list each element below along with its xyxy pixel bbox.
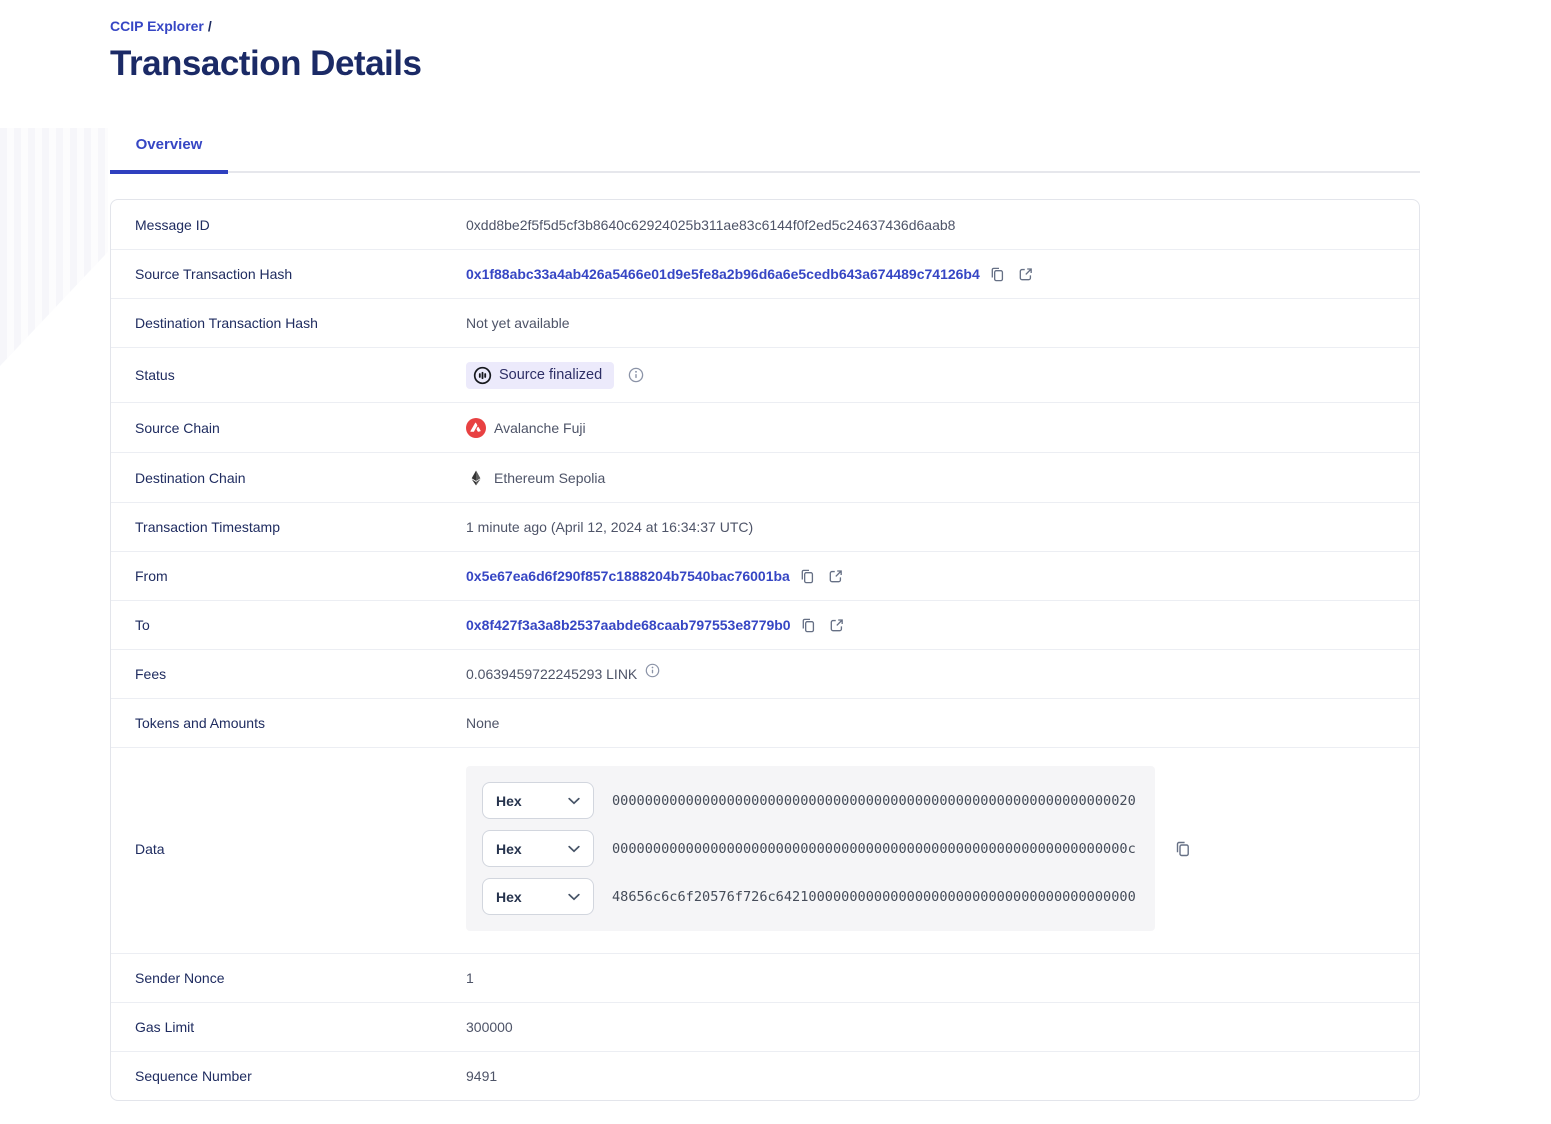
data-hex-value: 48656c6c6f20576f726c64210000000000000000… [612,888,1136,905]
status-badge: Source finalized [466,361,615,389]
external-link-icon[interactable] [1016,264,1036,284]
data-hex-box: Hex 000000000000000000000000000000000000… [466,766,1155,931]
row-label: Sender Nonce [135,970,225,986]
timestamp-value: 1 minute ago (April 12, 2024 at 16:34:37… [466,519,754,535]
row-source-chain: Source Chain Avalanche Fuji [111,402,1419,452]
row-tokens-amounts: Tokens and Amounts None [111,698,1419,747]
copy-icon[interactable] [798,566,818,586]
data-hex-value: 0000000000000000000000000000000000000000… [612,792,1136,809]
row-label: Status [135,367,175,383]
tab-bar: Overview [110,126,1420,174]
data-hex-value: 0000000000000000000000000000000000000000… [612,840,1136,857]
details-card: Message ID 0xdd8be2f5f5d5cf3b8640c629240… [110,199,1420,1101]
row-sender-nonce: Sender Nonce 1 [111,953,1419,1002]
transaction-details-page: CCIP Explorer / Transaction Details Overv… [0,0,1551,1101]
page-title: Transaction Details [110,44,422,83]
hex-format-label: Hex [496,888,522,905]
row-label: Source Chain [135,419,220,436]
avalanche-icon [466,417,486,438]
row-timestamp: Transaction Timestamp 1 minute ago (Apri… [111,502,1419,551]
chevron-down-icon [568,797,580,805]
sender-nonce-value: 1 [466,970,474,986]
hex-format-select[interactable]: Hex [482,830,594,867]
breadcrumb-ccip-explorer-link[interactable]: CCIP Explorer [110,18,204,34]
source-tx-hash-link[interactable]: 0x1f88abc33a4ab426a5466e01d9e5fe8a2b96d6… [466,266,980,282]
external-link-icon[interactable] [827,615,847,635]
breadcrumb: CCIP Explorer / [110,18,1420,34]
data-line: Hex 000000000000000000000000000000000000… [482,782,1139,819]
gas-limit-value: 300000 [466,1019,513,1035]
status-badge-label: Source finalized [499,367,603,383]
row-label: Destination Chain [135,469,246,486]
row-label: Message ID [135,216,210,233]
row-status: Status Source finalized [111,347,1419,402]
status-info-icon[interactable] [628,367,644,383]
hex-format-select[interactable]: Hex [482,782,594,819]
data-line: Hex 000000000000000000000000000000000000… [482,830,1139,867]
copy-icon[interactable] [799,615,819,635]
hex-format-select[interactable]: Hex [482,878,594,915]
tab-overview[interactable]: Overview [110,126,228,174]
tokens-amounts-value: None [466,715,500,731]
row-data: Data Hex 0000000000000000000000000000000… [111,747,1419,953]
external-link-icon[interactable] [826,566,846,586]
row-label: Transaction Timestamp [135,519,280,535]
source-finalized-icon [473,366,492,385]
hex-format-label: Hex [496,792,522,809]
copy-data-icon[interactable] [1173,839,1193,859]
row-label: Destination Transaction Hash [135,315,318,331]
ethereum-icon [466,468,486,488]
row-label: Sequence Number [135,1068,252,1084]
fees-value: 0.0639459722245293 LINK [466,666,638,682]
row-gas-limit: Gas Limit 300000 [111,1002,1419,1051]
row-label: To [135,617,150,633]
data-line: Hex 48656c6c6f20576f726c6421000000000000… [482,878,1139,915]
chevron-down-icon [568,893,580,901]
row-message-id: Message ID 0xdd8be2f5f5d5cf3b8640c629240… [111,200,1419,249]
breadcrumb-separator: / [207,18,212,34]
to-address-link[interactable]: 0x8f427f3a3a8b2537aabde68caab797553e8779… [466,617,791,633]
chevron-down-icon [568,845,580,853]
row-from: From 0x5e67ea6d6f290f857c1888204b7540bac… [111,551,1419,600]
row-label: Gas Limit [135,1019,195,1035]
row-source-tx-hash: Source Transaction Hash 0x1f88abc33a4ab4… [111,249,1419,298]
hex-format-label: Hex [496,840,522,857]
from-address-link[interactable]: 0x5e67ea6d6f290f857c1888204b7540bac76001… [466,568,790,584]
dest-chain-name: Ethereum Sepolia [494,469,606,486]
row-to: To 0x8f427f3a3a8b2537aabde68caab797553e8… [111,600,1419,649]
row-fees: Fees 0.0639459722245293 LINK [111,649,1419,698]
row-label: Fees [135,666,167,682]
sequence-number-value: 9491 [466,1068,498,1084]
fees-info-icon[interactable] [645,663,660,682]
dest-tx-hash-value: Not yet available [466,315,570,331]
row-label: Data [135,840,165,857]
row-dest-tx-hash: Destination Transaction Hash Not yet ava… [111,298,1419,347]
row-label: Source Transaction Hash [135,266,293,282]
row-dest-chain: Destination Chain Ethereum Sepolia [111,452,1419,502]
row-sequence-number: Sequence Number 9491 [111,1051,1419,1100]
row-label: Tokens and Amounts [135,715,265,731]
copy-icon[interactable] [988,264,1008,284]
message-id-value: 0xdd8be2f5f5d5cf3b8640c62924025b311ae83c… [466,216,956,233]
row-label: From [135,568,168,584]
source-chain-name: Avalanche Fuji [494,419,586,436]
